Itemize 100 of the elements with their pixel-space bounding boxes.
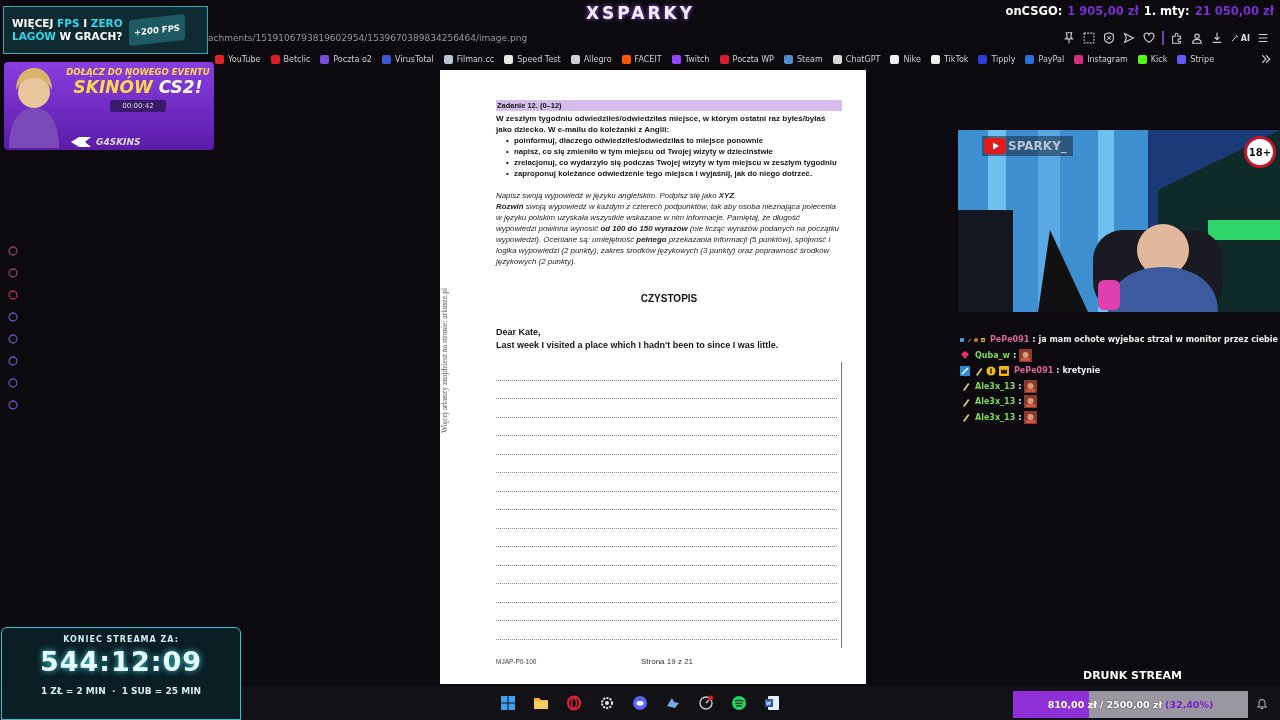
ad-text: ZERO — [90, 17, 123, 29]
bookmark-link[interactable]: TikTok — [930, 54, 969, 64]
chat-username[interactable]: Ale3x_13 — [975, 397, 1016, 407]
profile-icon[interactable] — [1189, 31, 1204, 45]
bookmark-link[interactable]: Betclic — [270, 54, 311, 64]
bookmark-link[interactable]: Tipply — [978, 54, 1016, 64]
chat-bubble-app-button[interactable] — [630, 693, 650, 713]
ticker-label: onCSGO: — [1005, 4, 1063, 18]
fps-badge: +200 FPS — [128, 14, 185, 46]
chat-username[interactable]: Quba_w — [975, 350, 1010, 360]
music-circle-app-button[interactable] — [729, 693, 749, 713]
sidebar-icon[interactable] — [8, 400, 18, 410]
gear-icon — [599, 695, 615, 711]
sidebar-icon[interactable] — [8, 246, 18, 256]
dial-app-button[interactable] — [696, 693, 716, 713]
chat-message: ja mam ochote wyjebac strzał w monitor przez ciebie — [1038, 335, 1278, 345]
channel-logo: XSPARKY — [586, 3, 695, 23]
sidebar-icon[interactable] — [8, 290, 18, 300]
sidebar-icon[interactable] — [8, 378, 18, 388]
goal-target: / 2500,00 zł — [1099, 699, 1163, 710]
bookmark-link[interactable]: Filman.cc — [443, 54, 495, 64]
shield-icon[interactable] — [1101, 31, 1116, 45]
coin-badge-icon — [986, 365, 996, 376]
bookmark-link[interactable]: Poczta o2 — [320, 54, 372, 64]
chat-colon: : — [1032, 335, 1036, 345]
chat-colon: : — [1018, 381, 1022, 391]
letter-opening: Last week I visited a place which I hadn't been to since I was little. — [496, 339, 780, 352]
emote-icon — [1019, 348, 1033, 362]
browser-ring-icon — [566, 695, 582, 711]
pen-badge-icon — [973, 365, 983, 376]
chat-colon: : — [1013, 350, 1017, 360]
bookmark-link[interactable]: Steam — [783, 54, 823, 64]
extension-icon[interactable] — [1169, 31, 1184, 45]
bookmark-link[interactable]: Kick — [1137, 54, 1168, 64]
pen-badge-icon — [960, 412, 970, 423]
music-circle-icon — [731, 695, 747, 711]
chat-username[interactable]: Ale3x_13 — [975, 381, 1016, 391]
bookmark-link[interactable]: FACEIT — [621, 54, 662, 64]
bookmark-link[interactable]: Poczta WP — [719, 54, 774, 64]
brand-icon — [70, 136, 92, 148]
tool-badge-icon — [960, 365, 970, 376]
bell-icon[interactable] — [1256, 698, 1268, 710]
ad-text: LAGÓW — [12, 30, 56, 42]
bookmark-link[interactable]: Speed Test — [504, 54, 561, 64]
chat-colon: : — [1018, 397, 1022, 407]
bookmark-link[interactable]: Instagram — [1074, 54, 1128, 64]
folder-icon — [533, 695, 549, 711]
sidebar-icon[interactable] — [8, 356, 18, 366]
chat-colon: : — [1056, 366, 1060, 376]
chat-username[interactable]: PePe091 — [990, 335, 1030, 345]
sidebar-icon[interactable] — [8, 312, 18, 322]
address-text[interactable]: achments/1519106793819602954/1539670389834256464/image.png — [208, 33, 1062, 43]
chat-username[interactable]: PePe091 — [1014, 366, 1054, 376]
bookmark-link[interactable]: PayPal — [1025, 54, 1065, 64]
ticker-amount: 21 050,00 zł — [1194, 4, 1274, 18]
countdown-rate: 1 ZŁ = 2 MIN · 1 SUB = 25 MIN — [40, 686, 201, 696]
chat-bubble-icon — [632, 695, 648, 711]
bookmark-link[interactable]: Allegro — [570, 54, 612, 64]
ticker-label: 1. mty: — [1143, 4, 1190, 18]
windows-icon — [500, 695, 516, 711]
document-app-button[interactable] — [762, 693, 782, 713]
crown-badge-icon — [999, 365, 1009, 376]
chat-message: kretynie — [1062, 366, 1101, 376]
bookmark-link[interactable]: Nike — [890, 54, 921, 64]
ad-text: I — [82, 17, 89, 29]
emote-icon — [1024, 379, 1038, 393]
bookmark-link[interactable]: Stripe — [1177, 54, 1215, 64]
event-text: DOŁĄCZ DO NOWEGO EVENTU — [66, 67, 210, 77]
event-text: CS2! — [157, 77, 203, 97]
ai-button[interactable]: AI — [1229, 33, 1250, 43]
chevron-icon[interactable] — [1260, 53, 1272, 65]
bookmark-link[interactable]: ChatGPT — [832, 54, 881, 64]
gem-badge-icon — [960, 350, 970, 361]
letter-greeting: Dear Kate, — [496, 326, 542, 339]
bookmark-link[interactable]: Twitch — [671, 54, 710, 64]
channel-name: SPARKY_ — [1008, 139, 1067, 153]
send-icon[interactable] — [1121, 31, 1136, 45]
document-app-icon — [764, 695, 780, 711]
pen-badge-icon — [960, 381, 970, 392]
ad-text: W GRACH? — [58, 30, 123, 42]
heart-icon[interactable] — [1141, 31, 1156, 45]
section-title: CZYSTOPIS — [639, 293, 699, 304]
menu-icon[interactable] — [1256, 31, 1270, 45]
brand-name: G4SKINS — [96, 137, 141, 147]
countdown-time: 544:12:09 — [39, 646, 203, 677]
pin-icon[interactable] — [1061, 31, 1076, 45]
bookmark-link[interactable]: YouTube — [215, 54, 261, 64]
sidebar-icon[interactable] — [8, 334, 18, 344]
emote-icon — [1024, 395, 1038, 409]
ad-text: WIĘCEJ — [12, 17, 54, 29]
chat-colon: : — [1018, 412, 1022, 422]
bookmark-link[interactable]: VirusTotal — [381, 54, 434, 64]
ad-text: FPS — [57, 17, 80, 29]
chat-username[interactable]: Ale3x_13 — [975, 412, 1016, 422]
browser-ring-app-button[interactable] — [564, 693, 584, 713]
pen-badge-icon — [960, 396, 970, 407]
windows-app-button[interactable] — [498, 693, 518, 713]
screenshot-icon[interactable] — [1081, 31, 1096, 45]
event-text: SKINÓW — [73, 77, 153, 97]
sidebar-icon[interactable] — [8, 268, 18, 278]
